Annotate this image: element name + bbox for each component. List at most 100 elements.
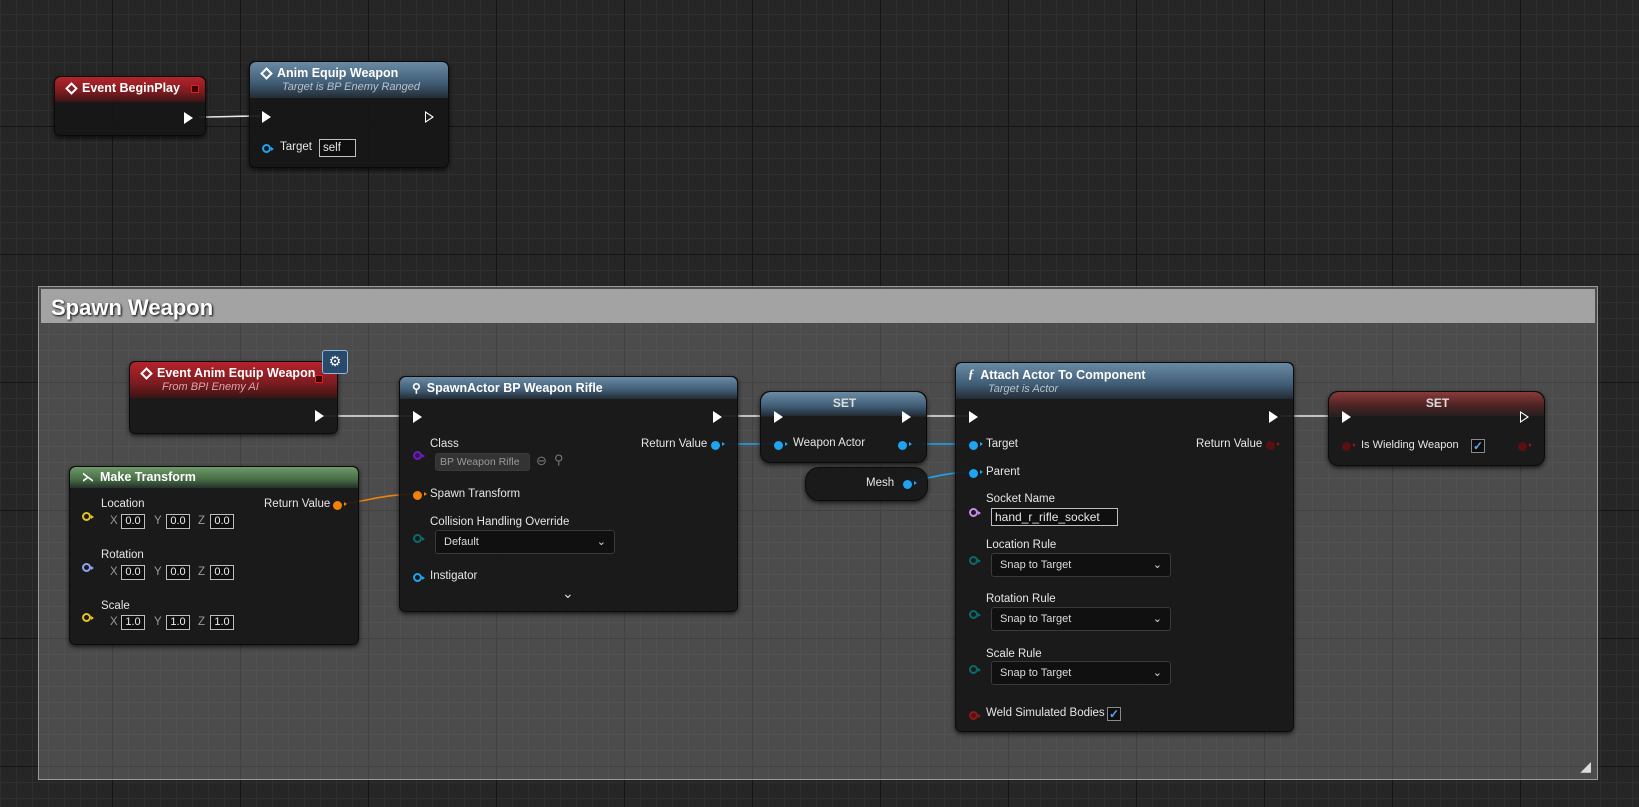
node-title: Attach Actor To Component [980,367,1146,382]
mesh-getter-node[interactable]: Mesh [805,467,928,501]
class-label: Class [430,438,459,450]
scale-rule-pin[interactable] [969,665,981,674]
scale-rule-label: Scale Rule [986,648,1042,660]
weld-label: Weld Simulated Bodies [986,707,1105,719]
browse-icon[interactable]: ⊖ [536,453,547,469]
exec-in-pin[interactable] [969,411,978,423]
expand-chevron-icon[interactable]: ⌄ [562,585,574,602]
target-label: Target [986,438,1018,450]
rotation-z-input[interactable]: 0.0 [210,565,234,580]
function-icon: ƒ [968,367,975,381]
location-rule-label: Location Rule [986,539,1057,551]
interface-event-icon: ⚙ [322,350,348,374]
node-title: SET [1425,396,1450,410]
spawn-transform-pin[interactable] [413,491,427,500]
node-title: SET [832,396,857,410]
target-pin[interactable] [262,144,274,153]
scale-y-input[interactable]: 1.0 [166,615,190,630]
is-wielding-out-pin[interactable] [1518,442,1532,451]
return-value-pin[interactable] [333,501,347,510]
chevron-down-icon: ⌄ [1152,559,1162,571]
weapon-actor-out-pin[interactable] [898,441,912,450]
parent-pin[interactable] [969,469,983,478]
class-dropdown[interactable]: BP Weapon Rifle [435,453,530,471]
axis-z-label: Z [198,616,206,628]
location-pin[interactable] [82,512,94,521]
spawn-actor-icon: ⚲ [412,381,421,395]
exec-in-pin[interactable] [1342,411,1351,423]
location-rule-dropdown[interactable]: Snap to Target ⌄ [991,553,1171,577]
chevron-down-icon: ⌄ [596,536,606,548]
target-input[interactable]: self [319,139,356,157]
exec-out-pin[interactable] [1520,411,1529,423]
location-z-input[interactable]: 0.0 [210,514,234,529]
weapon-actor-label: Weapon Actor [793,437,866,449]
axis-y-label: Y [154,616,162,628]
search-icon[interactable]: ⚲ [554,452,564,468]
node-title: Event BeginPlay [82,81,180,95]
socket-name-input[interactable]: hand_r_rifle_socket [991,508,1118,526]
exec-out-pin[interactable] [713,411,722,423]
return-value-pin[interactable] [711,441,725,450]
exec-out-pin[interactable] [315,410,324,422]
scale-pin[interactable] [82,613,94,622]
make-transform-node[interactable]: ⋋ Make Transform Return Value Location X … [69,466,359,645]
exec-in-pin[interactable] [413,411,422,423]
location-rule-pin[interactable] [969,556,981,565]
exec-out-pin[interactable] [184,112,193,124]
axis-y-label: Y [154,515,162,527]
scale-rule-dropdown[interactable]: Snap to Target ⌄ [991,661,1171,685]
event-anim-equip-weapon-node[interactable]: Event Anim Equip Weapon From BPI Enemy A… [129,350,348,434]
socket-name-pin[interactable] [969,508,981,517]
spawn-actor-node[interactable]: ⚲ SpawnActor BP Weapon Rifle Class BP Wea… [399,376,738,612]
is-wielding-checkbox[interactable]: ✓ [1471,439,1485,453]
axis-x-label: X [110,616,118,628]
socket-name-label: Socket Name [986,493,1056,505]
parent-label: Parent [986,466,1020,478]
make-struct-icon: ⋋ [82,470,94,484]
delegate-pin-icon[interactable] [191,85,199,93]
exec-in-pin[interactable] [262,111,271,123]
weld-checkbox[interactable]: ✓ [1107,707,1121,721]
node-subtitle: From BPI Enemy AI [162,381,259,393]
axis-z-label: Z [198,566,206,578]
mesh-out-pin[interactable] [903,480,917,489]
delegate-pin-icon[interactable] [315,375,323,383]
rotation-y-input[interactable]: 0.0 [166,565,190,580]
is-wielding-label: Is Wielding Weapon [1361,439,1459,451]
rotation-x-input[interactable]: 0.0 [121,565,145,580]
rotation-rule-pin[interactable] [969,610,981,619]
collision-dropdown[interactable]: Default ⌄ [435,530,615,554]
target-pin[interactable] [969,441,983,450]
node-subtitle: Target is Actor [988,383,1059,395]
weld-pin[interactable] [969,711,981,720]
mesh-label: Mesh [866,477,895,489]
rotation-rule-dropdown[interactable]: Snap to Target ⌄ [991,607,1171,631]
return-value-pin[interactable] [1266,441,1280,450]
node-subtitle: Target is BP Enemy Ranged [282,81,420,93]
spawn-transform-label: Spawn Transform [430,488,521,500]
set-is-wielding-node[interactable]: SET Is Wielding Weapon ✓ [1328,391,1545,466]
collision-pin[interactable] [413,534,425,543]
node-title: Make Transform [100,470,196,484]
exec-in-pin[interactable] [774,411,783,423]
scale-z-input[interactable]: 1.0 [210,615,234,630]
weapon-actor-in-pin[interactable] [774,441,788,450]
attach-actor-node[interactable]: ƒ Attach Actor To Component Target is Act… [955,362,1294,732]
event-beginplay-node[interactable]: Event BeginPlay [54,76,206,136]
anim-equip-weapon-node[interactable]: Anim Equip Weapon Target is BP Enemy Ran… [249,61,449,168]
set-weapon-actor-node[interactable]: SET Weapon Actor [760,391,927,463]
location-y-input[interactable]: 0.0 [166,514,190,529]
is-wielding-in-pin[interactable] [1342,442,1356,451]
axis-z-label: Z [198,515,206,527]
return-value-label: Return Value [264,498,331,510]
scale-x-input[interactable]: 1.0 [121,615,145,630]
rotation-pin[interactable] [82,563,94,572]
class-pin[interactable] [413,451,425,460]
instigator-pin[interactable] [413,573,425,582]
exec-out-pin[interactable] [425,111,434,123]
location-x-input[interactable]: 0.0 [121,514,145,529]
exec-out-pin[interactable] [902,411,911,423]
chevron-down-icon: ⌄ [1152,667,1162,679]
exec-out-pin[interactable] [1269,411,1278,423]
